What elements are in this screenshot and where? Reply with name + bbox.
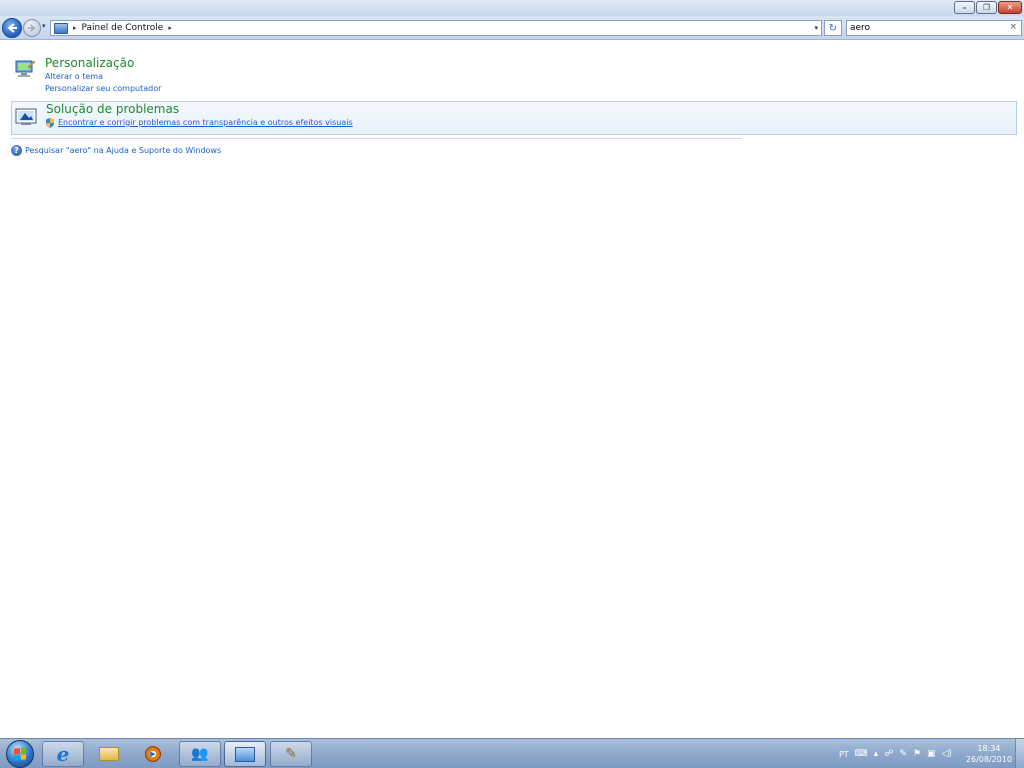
clear-search-icon[interactable]: × [1009,22,1017,32]
taskbar-media-player[interactable]: ▶ [132,741,174,767]
action-center-flag-icon[interactable]: ⚑ [913,749,921,759]
forward-button[interactable] [23,19,41,37]
windows-logo-icon [14,747,26,761]
change-theme-link[interactable]: Alterar o tema [45,72,103,81]
restore-icon: ❐ [982,2,991,12]
result-title[interactable]: Personalização [45,56,134,70]
help-icon: ? [11,145,22,156]
fix-transparency-link[interactable]: Encontrar e corrigir problemas com trans… [58,118,353,127]
tools-icon[interactable]: ✎ [899,749,907,759]
troubleshooting-icon [15,108,37,125]
internet-explorer-icon: e [56,742,70,766]
address-bar[interactable]: ▸ Painel de Controle ▸ ▾ [50,20,822,36]
window-titlebar[interactable]: – ❐ ✕ [0,0,1024,16]
show-desktop-button[interactable] [1015,739,1024,768]
search-box[interactable]: × [846,20,1022,36]
language-indicator[interactable]: PT [839,750,849,759]
taskbar-windows-explorer[interactable] [88,741,130,767]
help-search-link[interactable]: ? Pesquisar "aero" na Ajuda e Suporte do… [11,145,221,156]
address-dropdown-button[interactable]: ▾ [814,24,818,32]
close-icon: ✕ [1006,2,1014,12]
clock-date: 26/08/2010 [965,755,1012,764]
help-link-text[interactable]: Pesquisar "aero" na Ajuda e Suporte do W… [25,146,221,155]
paint-icon: ✎ [285,746,297,762]
notification-area: PT ⌨ ▴ ☍ ✎ ⚑ ▣ ◁) 18:34 26/08/2010 [839,739,1012,768]
personalize-computer-link[interactable]: Personalizar seu computador [45,84,161,93]
minimize-button[interactable]: – [954,1,975,14]
clock-time: 18:34 [977,744,1001,753]
refresh-icon: ↻ [828,22,838,34]
taskbar-live-messenger[interactable]: 👥 [179,741,221,767]
maximize-button[interactable]: ❐ [976,1,997,14]
search-input[interactable] [847,21,997,35]
recent-pages-dropdown[interactable]: ▾ [42,22,46,30]
network-icon[interactable]: ☍ [884,749,893,759]
forward-arrow-icon [27,24,36,32]
messenger-icon: 👥 [191,746,209,762]
close-button[interactable]: ✕ [998,1,1022,14]
personalization-icon [15,60,36,77]
result-troubleshooting[interactable]: Solução de problemas Encontrar e corrigi… [11,101,1017,135]
control-panel-icon [54,22,68,34]
shield-icon [46,118,54,128]
back-button[interactable] [2,18,22,38]
folder-icon [99,747,119,761]
media-player-icon: ▶ [145,746,161,762]
window-controls: – ❐ ✕ [954,1,1022,14]
back-arrow-icon [7,23,17,33]
refresh-button[interactable]: ↻ [824,20,842,36]
control-panel-icon [235,746,255,762]
taskbar-control-panel[interactable] [224,741,266,767]
taskbar-paint[interactable]: ✎ [270,741,312,767]
minimize-icon: – [962,2,967,12]
result-personalization[interactable]: Personalização Alterar o tema Personaliz… [11,55,1017,97]
breadcrumb-control-panel[interactable]: Painel de Controle [82,23,164,33]
result-title[interactable]: Solução de problemas [46,102,179,116]
taskbar: e ▶ 👥 ✎ PT ⌨ ▴ ☍ ✎ ⚑ ▣ ◁) 18:34 26/08/20… [0,738,1024,768]
start-button[interactable] [6,740,34,768]
breadcrumb-separator[interactable]: ▸ [73,24,77,32]
volume-icon[interactable]: ◁) [941,749,951,759]
results-divider [11,138,742,139]
display-icon[interactable]: ▣ [927,749,936,759]
show-hidden-icons-icon[interactable]: ▴ [874,749,879,759]
taskbar-internet-explorer[interactable]: e [42,741,84,767]
navigation-bar: ▾ ▸ Painel de Controle ▸ ▾ ↻ × [0,16,1024,40]
breadcrumb-separator-end[interactable]: ▸ [168,24,172,32]
keyboard-icon[interactable]: ⌨ [855,749,868,759]
clock[interactable]: 18:34 26/08/2010 [966,743,1012,765]
search-results-pane: Personalização Alterar o tema Personaliz… [0,41,1024,738]
